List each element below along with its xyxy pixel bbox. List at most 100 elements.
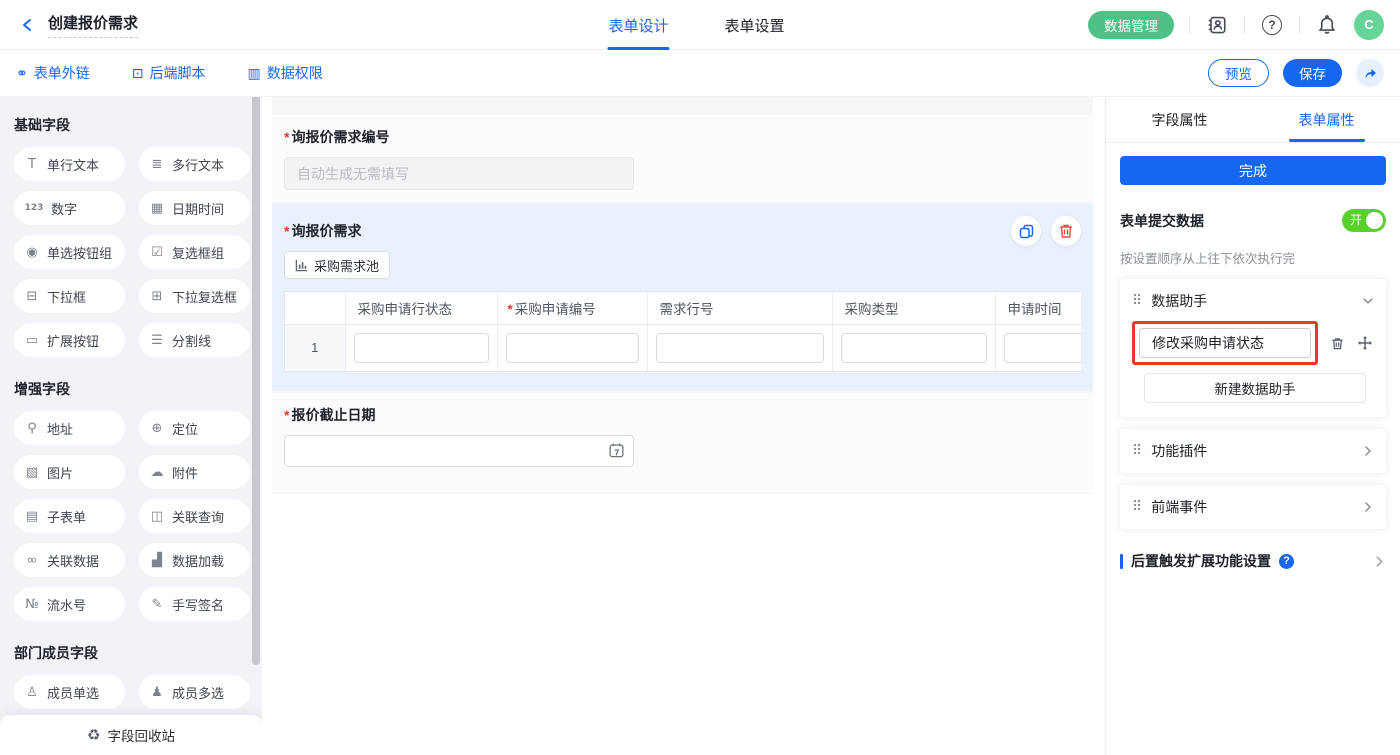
sidebar-scrollbar[interactable] (252, 97, 260, 665)
field-pill-image[interactable]: ▧图片 (14, 455, 125, 489)
move-handle-icon[interactable] (1356, 334, 1374, 352)
tab-form-settings[interactable]: 表单设置 (724, 0, 784, 50)
subform-data-row: 1 (285, 324, 1081, 371)
field-pill-radio-group[interactable]: ◉单选按钮组 (14, 235, 125, 269)
field-pill-signature[interactable]: ✎手写签名 (139, 587, 250, 621)
field-pill-attachment[interactable]: ☁附件 (139, 455, 250, 489)
done-button[interactable]: 完成 (1120, 156, 1386, 185)
post-trigger-settings[interactable]: 后置触发扩展功能设置 ? (1120, 551, 1386, 571)
deadline-date-input[interactable] (284, 435, 634, 467)
field-pill-checkbox-group[interactable]: ☑复选框组 (139, 235, 250, 269)
row-number-cell: 1 (285, 324, 345, 371)
quote-number-input[interactable] (284, 157, 634, 190)
contacts-icon[interactable] (1205, 13, 1229, 37)
share-button[interactable] (1356, 59, 1384, 87)
field-pill-locate[interactable]: ⊕定位 (139, 411, 250, 445)
form-body: *询报价需求编号 *询报价需求 (272, 97, 1093, 494)
button-icon: ▭ (24, 333, 40, 348)
field-pill-divider[interactable]: ☰分割线 (139, 323, 250, 357)
toggle-knob (1366, 212, 1383, 229)
subform-header-row: 采购申请行状态 *采购申请编号 需求行号 采购类型 申请时间 (285, 292, 1081, 324)
form-external-link[interactable]: ⚭ 表单外链 (16, 63, 90, 83)
table-cell-input[interactable] (656, 333, 824, 363)
tab-field-properties[interactable]: 字段属性 (1106, 97, 1253, 142)
divider (1244, 16, 1245, 34)
table-cell-input[interactable] (354, 333, 489, 363)
help-badge-icon[interactable]: ? (1279, 554, 1294, 569)
permission-icon: ▥ (247, 65, 260, 82)
field-pill-data-load[interactable]: ▟数据加载 (139, 543, 250, 577)
field-pill-multiselect[interactable]: ⊞下拉复选框 (139, 279, 250, 313)
user-icon: ♙ (24, 685, 40, 700)
help-icon[interactable]: ? (1260, 13, 1284, 37)
calendar-icon (608, 442, 625, 462)
tab-form-properties[interactable]: 表单属性 (1253, 97, 1400, 142)
calendar-icon: ▦ (149, 201, 165, 216)
notification-bell-icon[interactable] (1315, 13, 1339, 37)
duplicate-field-button[interactable] (1011, 216, 1041, 246)
new-data-assistant-button[interactable]: 新建数据助手 (1144, 373, 1366, 403)
submit-data-label: 表单提交数据 (1120, 211, 1204, 231)
field-recycle-bin[interactable]: ♻ 字段回收站 (0, 715, 262, 755)
col-header: *采购申请编号 (497, 292, 647, 324)
serial-icon: № (24, 597, 40, 612)
table-cell-input[interactable] (506, 333, 639, 363)
data-permission-link[interactable]: ▥ 数据权限 (247, 63, 322, 83)
field-pill-select[interactable]: ⊟下拉框 (14, 279, 125, 313)
backend-script-link[interactable]: ⊡ 后端脚本 (132, 63, 206, 83)
checkbox-icon: ☑ (149, 245, 165, 260)
field-palette-sidebar: 基础字段 T单行文本 ≣多行文本 123数字 ▦日期时间 ◉单选按钮组 ☑复选框… (0, 97, 262, 755)
back-icon[interactable] (16, 13, 40, 37)
drag-handle-icon[interactable]: ⠿ (1132, 499, 1142, 515)
chevron-right-icon[interactable] (1362, 445, 1374, 457)
annotation-highlight-box: 修改采购申请状态 (1132, 321, 1318, 365)
data-manage-button[interactable]: 数据管理 (1088, 11, 1174, 39)
field-quote-demand-subform[interactable]: *询报价需求 采购需求池 (272, 204, 1093, 391)
field-pill-serial[interactable]: №流水号 (14, 587, 125, 621)
card-function-plugins: ⠿ 功能插件 (1120, 429, 1386, 473)
field-pill-extend-button[interactable]: ▭扩展按钮 (14, 323, 125, 357)
field-pill-subform[interactable]: ▤子表单 (14, 499, 125, 533)
drag-handle-icon[interactable]: ⠿ (1132, 293, 1142, 309)
delete-field-button[interactable] (1051, 216, 1081, 246)
table-cell-input[interactable] (1004, 333, 1082, 363)
field-pill-address[interactable]: ⚲地址 (14, 411, 125, 445)
field-pill-member-single[interactable]: ♙成员单选 (14, 675, 125, 709)
accent-bar (1120, 554, 1123, 569)
drag-handle-icon[interactable]: ⠿ (1132, 443, 1142, 459)
data-assistant-header[interactable]: ⠿ 数据助手 (1132, 291, 1374, 311)
user-avatar[interactable]: C (1354, 10, 1384, 40)
image-icon: ▧ (24, 465, 40, 480)
preview-button[interactable]: 预览 (1208, 59, 1269, 87)
submit-data-toggle[interactable]: 开 (1342, 209, 1386, 232)
chevron-down-icon[interactable] (1362, 295, 1374, 307)
chevron-right-icon[interactable] (1362, 501, 1374, 513)
field-label: 询报价需求编号 (291, 129, 389, 145)
app-header: 创建报价需求 表单设计 表单设置 数据管理 ? C (0, 0, 1400, 50)
page-title[interactable]: 创建报价需求 (48, 12, 138, 38)
function-plugins-header[interactable]: ⠿ 功能插件 (1132, 441, 1374, 461)
field-pill-single-text[interactable]: T单行文本 (14, 147, 125, 181)
form-canvas: *询报价需求编号 *询报价需求 (262, 97, 1105, 755)
delete-assistant-icon[interactable] (1328, 334, 1346, 352)
field-pill-relate-data[interactable]: ∞关联数据 (14, 543, 125, 577)
field-label: 询报价需求 (291, 223, 361, 239)
field-deadline[interactable]: *报价截止日期 (272, 393, 1093, 492)
col-header: 需求行号 (647, 292, 832, 324)
table-cell-input[interactable] (841, 333, 987, 363)
divider (1189, 16, 1190, 34)
script-icon: ⊡ (132, 65, 144, 82)
data-assistant-item[interactable]: 修改采购申请状态 (1139, 328, 1311, 358)
field-pill-number[interactable]: 123数字 (14, 191, 125, 225)
field-pill-datetime[interactable]: ▦日期时间 (139, 191, 250, 225)
tab-form-design[interactable]: 表单设计 (608, 0, 668, 50)
field-pill-member-multi[interactable]: ♟成员多选 (139, 675, 250, 709)
procurement-pool-button[interactable]: 采购需求池 (284, 251, 390, 279)
field-pill-multi-text[interactable]: ≣多行文本 (139, 147, 250, 181)
field-quote-number[interactable]: *询报价需求编号 (272, 115, 1093, 202)
field-pill-relate-query[interactable]: ◫关联查询 (139, 499, 250, 533)
textarea-icon: ≣ (149, 157, 165, 172)
save-button[interactable]: 保存 (1283, 59, 1342, 87)
frontend-events-header[interactable]: ⠿ 前端事件 (1132, 497, 1374, 517)
col-header: 采购申请行状态 (345, 292, 497, 324)
